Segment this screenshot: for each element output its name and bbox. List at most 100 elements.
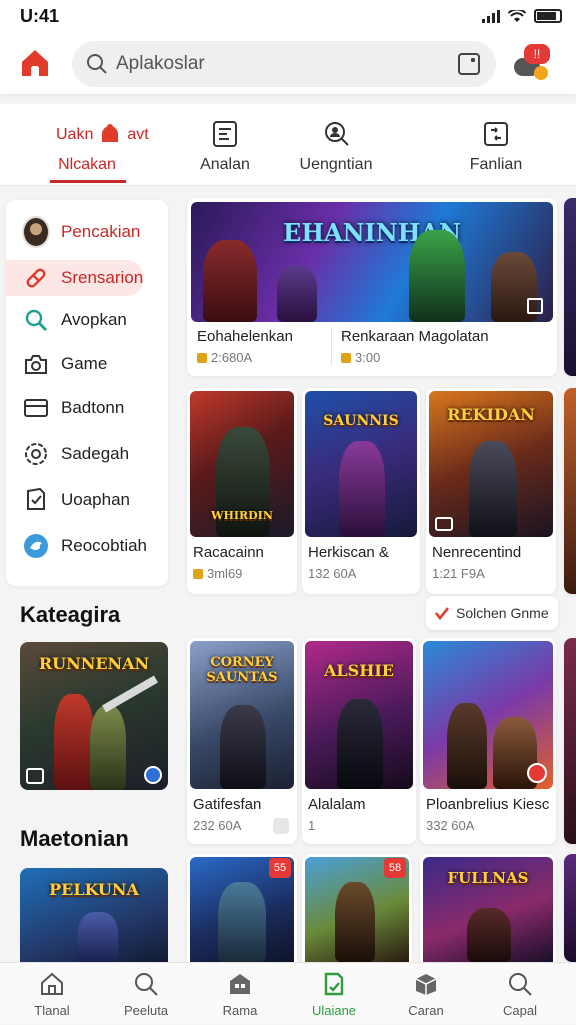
wifi-icon (508, 10, 526, 22)
nav-caran[interactable]: Caran (378, 963, 474, 1025)
side-game-card[interactable]: PELKUNA (20, 868, 168, 962)
sidebar: Pencakian Srensarion Avopkan Game Badton… (6, 200, 168, 586)
bell-icon (102, 124, 119, 142)
hero-figure (469, 441, 517, 537)
game-title-art: WHIRDIN (211, 509, 273, 522)
side-game-card[interactable]: RUNNENAN (20, 642, 168, 790)
hero-figure (337, 699, 383, 789)
selected-game-chip[interactable]: Solchen Gnme (426, 596, 558, 630)
game-meta-value: 332 60A (426, 818, 475, 833)
game-meta-value: 232 60A (193, 818, 242, 833)
game-card[interactable]: ALSHIE Alalalam 1 (302, 638, 416, 844)
game-card-peek[interactable] (564, 198, 576, 376)
game-thumbnail: SAUNNIS (305, 391, 417, 537)
search-bar[interactable] (72, 41, 496, 87)
scan-icon[interactable] (458, 53, 480, 75)
game-card[interactable]: SAUNNIS Herkiscan & 132 60A (302, 388, 420, 594)
notification-button[interactable]: !! (514, 44, 554, 84)
camera-icon (25, 355, 47, 374)
puzzle-icon (484, 122, 508, 146)
sidebar-item-srensarion[interactable]: Srensarion (6, 260, 144, 296)
game-card[interactable]: 58 (302, 854, 412, 962)
controller-icon (435, 517, 453, 531)
tab-nlcakan[interactable]: Uakn avt Nlcakan (20, 104, 160, 186)
home-icon (41, 972, 63, 995)
home-button[interactable] (18, 46, 52, 80)
hero-figure (218, 882, 266, 962)
nav-label: Rama (222, 1003, 258, 1018)
game-title-art: REKIDAN (447, 405, 535, 424)
game-card-peek[interactable] (564, 638, 576, 844)
play-badge-icon (527, 763, 547, 783)
tab-header: Uakn avt (56, 122, 149, 148)
game-thumbnail (423, 641, 553, 789)
pill-icon (26, 268, 46, 288)
nav-rama[interactable]: Rama (192, 963, 288, 1025)
bottom-navigation: Tlanal Peeluta Rama Ulaiane Caran Capal (0, 962, 576, 1024)
game-card[interactable]: WHIRDIN Racacainn 3ml69 (187, 388, 297, 594)
game-card[interactable]: CORNEY SAUNTAS Gatifesfan 232 60A (187, 638, 297, 844)
sidebar-item-pencakian[interactable]: Pencakian (6, 214, 168, 250)
search-icon (135, 973, 158, 996)
sidebar-item-label: Avopkan (61, 310, 127, 329)
featured-thumbnail: EHANINHAN (191, 202, 553, 322)
game-meta: 132 60A (308, 566, 356, 581)
nav-peeluta[interactable]: Peeluta (98, 963, 194, 1025)
nav-label: Capal (503, 1003, 537, 1018)
nav-capal[interactable]: Capal (472, 963, 568, 1025)
game-card-peek[interactable] (564, 388, 576, 594)
check-heart-icon (434, 607, 450, 621)
game-card[interactable]: 55 (187, 854, 297, 962)
section-title-kategori: Kateagira (20, 602, 121, 627)
tab-fanlian[interactable]: Fanlian (446, 104, 546, 186)
notification-badge: !! (524, 44, 550, 64)
sidebar-item-badtonn[interactable]: Badtonn (6, 390, 168, 426)
user-search-icon (325, 122, 349, 146)
coin-icon (197, 352, 207, 363)
game-card-peek[interactable] (564, 854, 576, 962)
game-name: Herkiscan & (308, 544, 389, 561)
nav-label: Peeluta (123, 1003, 169, 1018)
game-card[interactable]: Ploanbrelius Kiesc 332 60A (420, 638, 556, 844)
sidebar-item-reocobtiah[interactable]: Reocobtiah (6, 528, 168, 564)
game-name: Alalalam (308, 796, 366, 813)
category-tabs: Uakn avt Nlcakan Analan Uengntian Fanlia… (0, 104, 576, 186)
gear-chat-icon (25, 443, 47, 465)
search-icon (87, 54, 107, 74)
hero-figure (54, 694, 94, 790)
game-meta-value: 132 60A (308, 566, 357, 581)
search-input[interactable] (116, 41, 446, 87)
discount-badge: 55 (269, 858, 291, 878)
tab-analan[interactable]: Analan (175, 104, 275, 186)
document-icon (213, 121, 237, 147)
game-card[interactable]: FULLNAS (420, 854, 556, 962)
sidebar-item-avopkan[interactable]: Avopkan (6, 302, 168, 338)
game-name: Ploanbrelius Kiesc (426, 796, 550, 813)
game-title-art: FULLNAS (447, 869, 529, 887)
hero-figure (203, 240, 257, 322)
status-bar: U:41 (0, 0, 576, 34)
sidebar-item-uoaphan[interactable]: Uoaphan (6, 482, 168, 518)
nav-ulaiane[interactable]: Ulaiane (286, 963, 382, 1025)
nav-tlanal[interactable]: Tlanal (4, 963, 100, 1025)
tab-underline (50, 180, 126, 183)
sidebar-item-label: Reocobtiah (61, 536, 148, 555)
game-meta-value: 3:00 (355, 350, 381, 365)
game-meta: 3:00 (341, 350, 380, 365)
status-dot (534, 66, 548, 80)
featured-game-card[interactable]: EHANINHAN Eohahelenkan 2:680A Renkaraan … (187, 198, 557, 376)
game-title-art: RUNNENAN (38, 654, 150, 673)
status-icons (482, 9, 562, 23)
game-card[interactable]: REKIDAN Nenrecentind 1:21 F9A (426, 388, 556, 594)
box-icon (415, 974, 437, 995)
sidebar-item-sadegah[interactable]: Sadegah (6, 436, 168, 472)
game-title-art: SAUNNIS (323, 413, 399, 429)
tab-uengntian[interactable]: Uengntian (286, 104, 386, 186)
hero-figure (409, 230, 465, 322)
sidebar-item-game[interactable]: Game (6, 346, 168, 382)
game-title-art: EHANINHAN (283, 218, 461, 247)
tab-top-label: Uakn (56, 126, 94, 143)
card-divider (331, 328, 332, 366)
hero-figure (447, 703, 487, 789)
tab-top-suffix: avt (127, 126, 149, 143)
